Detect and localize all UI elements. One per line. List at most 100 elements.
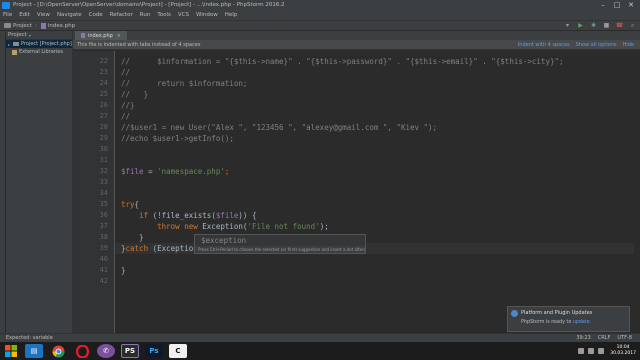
code-token: throw new <box>157 222 203 231</box>
windows-taskbar: ▤ ✆ PS Ps C 10:04 30.03.2017 <box>0 342 640 360</box>
line-number: 30 <box>99 145 108 153</box>
banner-text: This file is indented with tabs instead … <box>77 41 201 48</box>
code-line: $file = 'namespace.php'; <box>115 166 640 177</box>
dropdown-caret-icon: ▾ <box>28 32 31 38</box>
menu-vcs[interactable]: VCS <box>178 12 189 18</box>
code-area[interactable]: // $information = "{$this->name}" . "{$t… <box>115 51 640 340</box>
completion-hint: Press Ctrl+Period to choose the selected… <box>198 247 365 252</box>
breadcrumb-project[interactable]: Project <box>4 23 32 29</box>
code-token: $information = "{$this->name}" . "{$this… <box>157 57 564 66</box>
menu-window[interactable]: Window <box>196 12 218 18</box>
update-link[interactable]: update. <box>573 320 591 325</box>
phpstorm-taskbar-icon[interactable]: PS <box>121 344 139 358</box>
show-all-options-link[interactable]: Show all options <box>576 42 617 48</box>
network-icon[interactable] <box>578 348 585 354</box>
run-icon[interactable]: ▶ <box>577 22 584 29</box>
line-number: 29 <box>99 134 108 142</box>
window-title: Project - [D:\OpenServer\OpenServer\doma… <box>13 2 285 8</box>
chrome-taskbar-icon[interactable] <box>49 344 67 358</box>
menu-edit[interactable]: Edit <box>19 12 30 18</box>
listen-debug-icon[interactable]: ☎ <box>616 22 623 29</box>
code-token: 'namespace.php' <box>157 167 225 176</box>
taskbar-clock[interactable]: 10:04 30.03.2017 <box>610 345 636 357</box>
minimize-button[interactable]: – <box>596 0 610 10</box>
maximize-button[interactable]: □ <box>610 0 624 10</box>
windows-logo-icon <box>5 345 17 357</box>
line-separator[interactable]: CRLF <box>598 335 611 341</box>
line-number: 40 <box>99 255 108 263</box>
breadcrumb-file[interactable]: index.php <box>40 22 75 29</box>
opera-taskbar-icon[interactable] <box>73 344 91 358</box>
indent-with-spaces-link[interactable]: Indent with 4 spaces <box>518 42 570 48</box>
line-number: 33 <box>99 178 108 186</box>
explorer-taskbar-icon[interactable]: ▤ <box>25 344 43 358</box>
project-panel-header[interactable]: Project ▾ <box>6 31 72 40</box>
line-number: 34 <box>99 189 108 197</box>
code-line: throw new Exception('File not found'); <box>115 221 640 232</box>
system-tray: 10:04 30.03.2017 <box>574 342 636 360</box>
update-notification[interactable]: Platform and Plugin Updates PhpStorm is … <box>507 306 630 332</box>
menu-help[interactable]: Help <box>225 12 238 18</box>
tree-item-label: Project [Project.php] <box>21 41 72 47</box>
caret-position[interactable]: 39:23 <box>576 335 590 341</box>
code-line: } <box>115 265 640 276</box>
debug-icon[interactable]: ✱ <box>590 22 597 29</box>
code-line: //echo $user1->getInfo(); <box>115 133 640 144</box>
title-bar: Project - [D:\OpenServer\OpenServer\doma… <box>0 0 640 10</box>
hide-banner-link[interactable]: Hide <box>623 42 634 48</box>
code-token: (! <box>148 211 162 220</box>
chrome-icon <box>52 345 64 358</box>
code-line: // return $information; <box>115 78 640 89</box>
php-file-icon <box>40 22 46 29</box>
menu-run[interactable]: Run <box>140 12 151 18</box>
menu-code[interactable]: Code <box>89 12 103 18</box>
breadcrumb-separator-icon: › <box>34 22 37 29</box>
menu-file[interactable]: File <box>3 12 12 18</box>
search-icon[interactable]: ⌕ <box>629 22 636 29</box>
code-token: = <box>143 167 158 176</box>
close-button[interactable]: ✕ <box>624 0 638 10</box>
code-token: $file <box>215 211 239 220</box>
tree-item-external-libraries[interactable]: External Libraries <box>6 48 72 56</box>
code-token: ; <box>224 167 230 176</box>
breadcrumb-project-label: Project <box>13 22 32 29</box>
code-line: if (!file_exists($file)) { <box>115 210 640 221</box>
notification-title: Platform and Plugin Updates <box>521 310 593 316</box>
volume-icon[interactable] <box>588 348 595 354</box>
line-number-gutter: 22 23 24 25 26 27 28 29 30 31 32 33 34 35 36 37 38 39 40 41… <box>73 51 115 340</box>
completion-item[interactable]: $exception <box>195 235 365 246</box>
menu-view[interactable]: View <box>37 12 50 18</box>
tab-index-php[interactable]: index.php × <box>75 31 127 40</box>
menu-refactor[interactable]: Refactor <box>110 12 133 18</box>
code-token: // <box>121 112 131 121</box>
tree-item-project[interactable]: ▸ Project [Project.php] <box>6 40 72 48</box>
project-panel-title: Project <box>8 32 27 38</box>
notification-text: PhpStorm is ready to <box>521 320 572 325</box>
photoshop-taskbar-icon[interactable]: Ps <box>145 344 163 358</box>
line-number: 38 <box>99 233 108 241</box>
code-token: catch <box>125 244 149 253</box>
language-icon[interactable] <box>598 348 605 354</box>
code-line: //$user1 = new User("Alex ", "123456 ", … <box>115 122 640 133</box>
menu-navigate[interactable]: Navigate <box>57 12 82 18</box>
code-token: ); <box>319 222 329 231</box>
menu-tools[interactable]: Tools <box>157 12 171 18</box>
line-number: 39 <box>99 244 108 252</box>
start-button[interactable] <box>3 344 19 358</box>
clock-date: 30.03.2017 <box>610 351 636 356</box>
code-token: if <box>139 211 149 220</box>
close-tab-icon[interactable]: × <box>117 33 121 39</box>
ccleaner-taskbar-icon[interactable]: C <box>169 344 187 358</box>
code-line: // <box>115 111 640 122</box>
code-token: //echo $user1->getInfo(); <box>121 134 234 143</box>
file-encoding[interactable]: UTF-8 <box>617 335 632 341</box>
run-config-icon[interactable]: ▾ <box>564 22 571 29</box>
editor-tab-bar: index.php × <box>73 31 640 40</box>
viber-taskbar-icon[interactable]: ✆ <box>97 344 115 358</box>
line-number: 37 <box>99 222 108 230</box>
stop-icon[interactable]: ■ <box>603 22 610 29</box>
line-number: 41 <box>99 266 108 274</box>
